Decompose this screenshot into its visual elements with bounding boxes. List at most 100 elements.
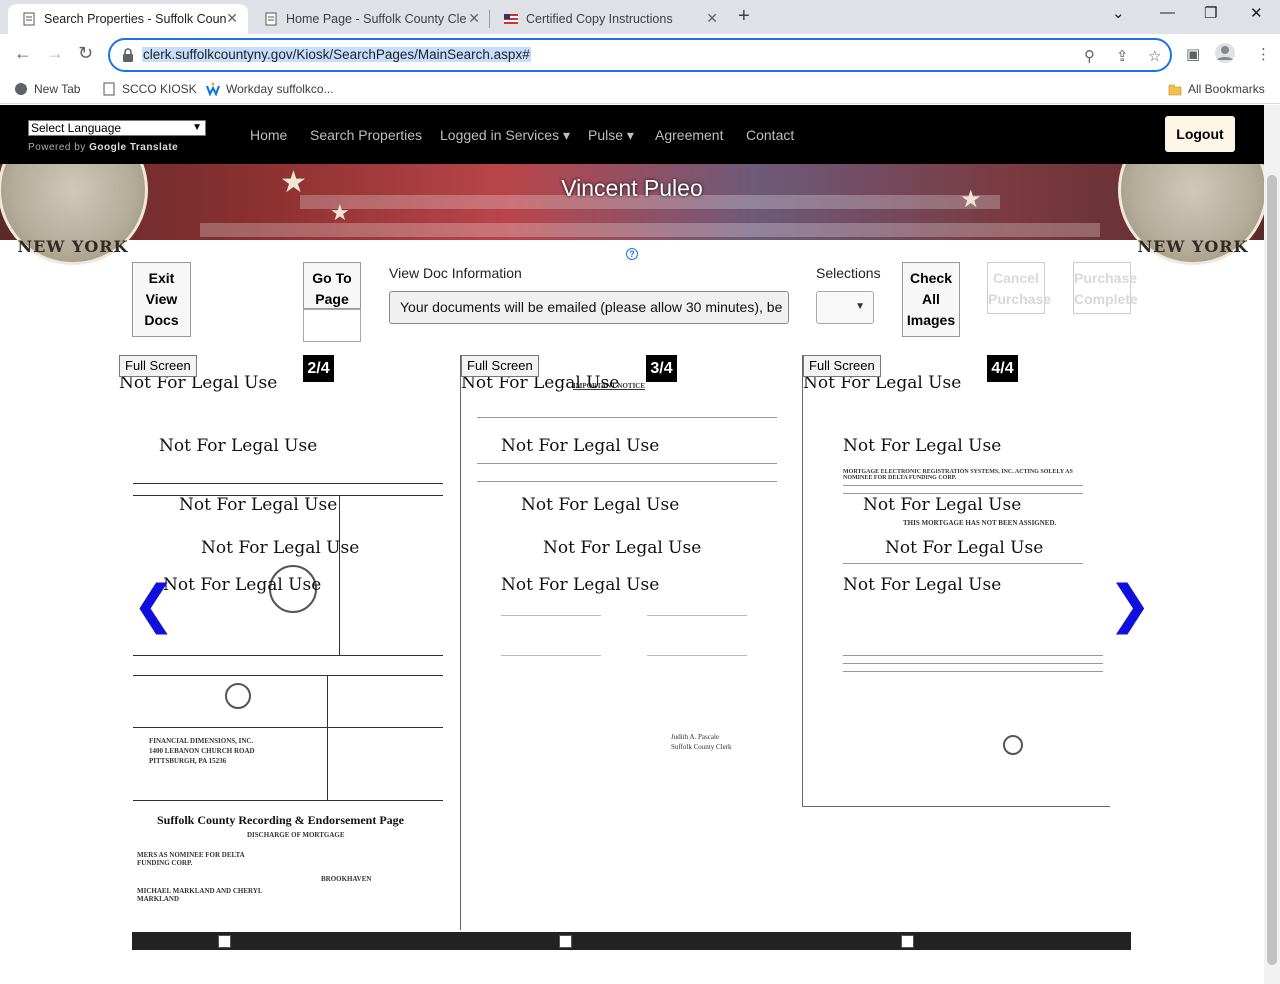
full-screen-button[interactable]: Full Screen: [119, 355, 197, 377]
form-line: [133, 675, 443, 676]
signer-name: Judith A. Pascale: [671, 733, 720, 741]
tab-title: Search Properties - Suffolk Coun: [44, 12, 227, 26]
workday-icon: [206, 82, 220, 96]
bookmark-scco-kiosk[interactable]: SCCO KIOSK: [102, 82, 197, 96]
go-to-page-button[interactable]: Go To Page: [303, 262, 361, 309]
lock-icon: [123, 48, 133, 62]
recording-page-title: Suffolk County Recording & Endorsement P…: [157, 813, 405, 827]
nav-search-properties[interactable]: Search Properties: [310, 127, 422, 143]
page-number-badge: 4/4: [987, 355, 1018, 382]
scrollbar-thumb[interactable]: [1267, 175, 1277, 965]
document-page-2[interactable]: Full Screen 2/4 Not For Legal Use Not Fo…: [119, 355, 460, 930]
tab-search-chevron-icon[interactable]: ⌄: [1112, 4, 1125, 22]
text-line: [477, 417, 777, 418]
watermark-text: Not For Legal Use: [885, 538, 1044, 558]
reload-icon[interactable]: ↻: [78, 43, 93, 64]
close-tab-icon[interactable]: ✕: [226, 10, 238, 27]
bookmark-label: New Tab: [34, 82, 81, 96]
watermark-text: Not For Legal Use: [543, 538, 702, 558]
bookmark-workday[interactable]: Workday suffolkco...: [206, 82, 334, 96]
watermark-text: Not For Legal Use: [159, 436, 318, 456]
view-doc-info-field[interactable]: Your documents will be emailed (please a…: [389, 291, 789, 324]
bookmark-all-bookmarks[interactable]: All Bookmarks: [1168, 82, 1265, 96]
nav-home[interactable]: Home: [250, 127, 287, 143]
tab-search-properties[interactable]: Search Properties - Suffolk Coun ✕: [8, 4, 248, 34]
close-window-icon[interactable]: ✕: [1250, 4, 1263, 22]
text-line: [501, 615, 601, 616]
url-text[interactable]: clerk.suffolkcountyny.gov/Kiosk/SearchPa…: [142, 47, 531, 62]
selections-dropdown[interactable]: ▼: [816, 291, 874, 324]
close-tab-icon[interactable]: ✕: [706, 10, 718, 27]
logout-button[interactable]: Logout: [1165, 116, 1235, 152]
next-page-arrow-icon[interactable]: ❯: [1108, 575, 1152, 635]
tab-certified-copy[interactable]: Certified Copy Instructions ✕: [490, 4, 726, 34]
nav-pulse[interactable]: Pulse ▾: [588, 127, 634, 144]
not-assigned-text: THIS MORTGAGE HAS NOT BEEN ASSIGNED.: [903, 519, 1057, 527]
close-tab-icon[interactable]: ✕: [468, 10, 480, 27]
text-line: [477, 463, 777, 464]
tab-title: Home Page - Suffolk County Cle: [286, 12, 467, 26]
google-translate-link[interactable]: Google Translate: [89, 142, 178, 153]
cancel-purchase-button[interactable]: Cancel Purchase: [987, 262, 1051, 314]
powered-by-text: Powered by: [28, 142, 86, 153]
return-to-name: FINANCIAL DIMENSIONS, INC.: [149, 737, 254, 745]
watermark-text: Not For Legal Use: [843, 575, 1002, 595]
zoom-icon[interactable]: ⚲: [1084, 47, 1095, 65]
form-line: [133, 655, 443, 656]
nav-logged-in-services[interactable]: Logged in Services ▾: [440, 127, 570, 144]
text-line: [477, 481, 777, 482]
profile-avatar-icon[interactable]: [1214, 42, 1236, 68]
side-panel-icon[interactable]: ▣: [1186, 45, 1200, 63]
party-one: MERS AS NOMINEE FOR DELTA FUNDING CORP.: [137, 851, 245, 867]
restore-window-icon[interactable]: ❐: [1204, 4, 1217, 22]
instrument-type: DISCHARGE OF MORTGAGE: [247, 831, 345, 839]
globe-icon: [15, 83, 27, 95]
bookmark-new-tab[interactable]: New Tab: [14, 82, 80, 96]
selection-bar: [132, 932, 1131, 950]
share-icon[interactable]: ⇪: [1116, 47, 1129, 65]
full-screen-button[interactable]: Full Screen: [803, 355, 881, 377]
text-line: [501, 655, 601, 656]
new-tab-plus-icon[interactable]: +: [738, 5, 750, 28]
township: BROOKHAVEN: [321, 875, 372, 883]
text-line: [843, 655, 1103, 656]
tab-home-page[interactable]: Home Page - Suffolk County Cle ✕: [250, 4, 488, 34]
watermark-text: Not For Legal Use: [521, 495, 680, 515]
back-arrow-icon[interactable]: ←: [14, 43, 32, 64]
nav-agreement[interactable]: Agreement: [655, 127, 723, 143]
full-screen-button[interactable]: Full Screen: [461, 355, 539, 377]
page-3-select-checkbox[interactable]: [559, 935, 572, 948]
document-favicon-icon: [23, 12, 35, 26]
watermark-text: Not For Legal Use: [843, 436, 1002, 456]
form-line: [133, 800, 443, 801]
language-select[interactable]: Select Language ▼: [28, 120, 206, 136]
page-4-select-checkbox[interactable]: [901, 935, 914, 948]
menu-kebab-icon[interactable]: ⋮: [1256, 45, 1271, 63]
us-flag-favicon-icon: [504, 14, 518, 24]
nav-contact[interactable]: Contact: [746, 127, 794, 143]
form-line: [327, 675, 328, 800]
purchase-complete-button[interactable]: Purchase Complete: [1073, 262, 1138, 314]
minimize-window-icon[interactable]: —: [1160, 4, 1175, 21]
page-2-select-checkbox[interactable]: [218, 935, 231, 948]
page-scrollbar[interactable]: [1264, 105, 1280, 984]
return-to-city: PITTSBURGH, PA 15236: [149, 757, 227, 765]
bookmark-star-icon[interactable]: ☆: [1148, 47, 1161, 65]
bookmark-label: SCCO KIOSK: [122, 82, 197, 96]
help-icon[interactable]: ?: [626, 248, 638, 260]
verification-stamp: [225, 683, 251, 709]
seal-text: NEW YORK: [17, 237, 129, 256]
previous-page-arrow-icon[interactable]: ❮: [132, 575, 176, 635]
signer-title: Suffolk County Clerk: [671, 743, 732, 751]
chevron-down-icon: ▼: [192, 122, 202, 133]
text-line: [843, 485, 1083, 486]
forward-arrow-icon[interactable]: →: [46, 43, 64, 64]
go-to-page-input[interactable]: [303, 309, 361, 342]
document-page-4[interactable]: Full Screen 4/4 Not For Legal Use Not Fo…: [802, 355, 1110, 807]
address-bar[interactable]: clerk.suffolkcountyny.gov/Kiosk/SearchPa…: [108, 38, 1172, 72]
form-line: [133, 483, 443, 484]
check-all-images-button[interactable]: Check All Images: [902, 262, 960, 337]
party-two: MICHAEL MARKLAND AND CHERYL MARKLAND: [137, 887, 263, 903]
exit-view-docs-button[interactable]: Exit View Docs: [132, 262, 191, 337]
document-page-3[interactable]: Full Screen 3/4 IMPORTANT NOTICE Not For…: [460, 355, 802, 930]
